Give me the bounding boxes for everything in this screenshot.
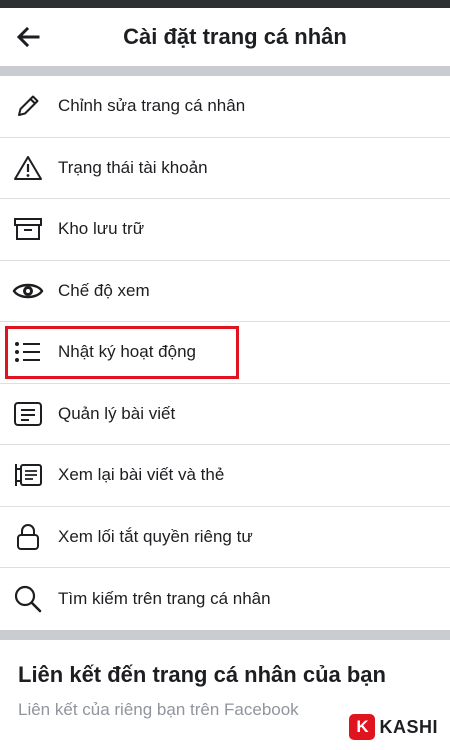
menu-item-account-status[interactable]: Trạng thái tài khoản xyxy=(0,138,450,199)
arrow-left-icon xyxy=(16,27,40,47)
menu-item-search-profile[interactable]: Tìm kiếm trên trang cá nhân xyxy=(0,568,450,630)
menu-item-privacy-shortcuts[interactable]: Xem lối tắt quyền riêng tư xyxy=(0,507,450,568)
menu-item-label: Chế độ xem xyxy=(58,280,150,300)
search-icon xyxy=(10,583,46,615)
message-icon xyxy=(10,398,46,430)
menu-item-label: Tìm kiếm trên trang cá nhân xyxy=(58,588,271,608)
pencil-icon xyxy=(10,90,46,122)
section-subtitle: Liên kết của riêng bạn trên Facebook xyxy=(18,700,299,719)
menu-item-label: Quản lý bài viết xyxy=(58,403,176,423)
watermark-text: KASHI xyxy=(379,716,438,737)
archive-icon xyxy=(10,213,46,245)
eye-icon xyxy=(10,275,46,307)
menu-item-label: Kho lưu trữ xyxy=(58,219,145,239)
lock-icon xyxy=(10,521,46,553)
profile-link-section: Liên kết đến trang cá nhân của bạn Liên … xyxy=(0,640,450,750)
menu-item-view-as[interactable]: Chế độ xem xyxy=(0,261,450,322)
kashi-logo-icon: K xyxy=(349,714,376,740)
kashi-watermark: K KASHI xyxy=(347,712,442,742)
menu-item-edit-profile[interactable]: Chỉnh sửa trang cá nhân xyxy=(0,76,450,138)
back-button[interactable] xyxy=(8,20,48,54)
menu-item-label: Nhật ký hoạt động xyxy=(58,342,196,362)
menu-item-activity-log[interactable]: Nhật ký hoạt động xyxy=(0,322,450,384)
header: Cài đặt trang cá nhân xyxy=(0,8,450,66)
section-divider xyxy=(0,630,450,640)
review-icon xyxy=(10,459,46,491)
warning-icon xyxy=(10,152,46,184)
menu-item-review-posts-tags[interactable]: Xem lại bài viết và thẻ xyxy=(0,445,450,507)
section-title: Liên kết đến trang cá nhân của bạn xyxy=(18,662,386,687)
list-icon xyxy=(10,336,46,368)
page-title: Cài đặt trang cá nhân xyxy=(123,24,347,49)
menu-item-archive[interactable]: Kho lưu trữ xyxy=(0,199,450,261)
section-divider xyxy=(0,66,450,76)
menu-item-label: Trạng thái tài khoản xyxy=(58,157,208,177)
status-bar xyxy=(0,0,450,8)
profile-settings-menu: Chỉnh sửa trang cá nhân Trạng thái tài k… xyxy=(0,76,450,630)
menu-item-manage-posts[interactable]: Quản lý bài viết xyxy=(0,384,450,445)
menu-item-label: Xem lại bài viết và thẻ xyxy=(58,465,225,485)
menu-item-label: Xem lối tắt quyền riêng tư xyxy=(58,526,253,546)
menu-item-label: Chỉnh sửa trang cá nhân xyxy=(58,96,246,116)
